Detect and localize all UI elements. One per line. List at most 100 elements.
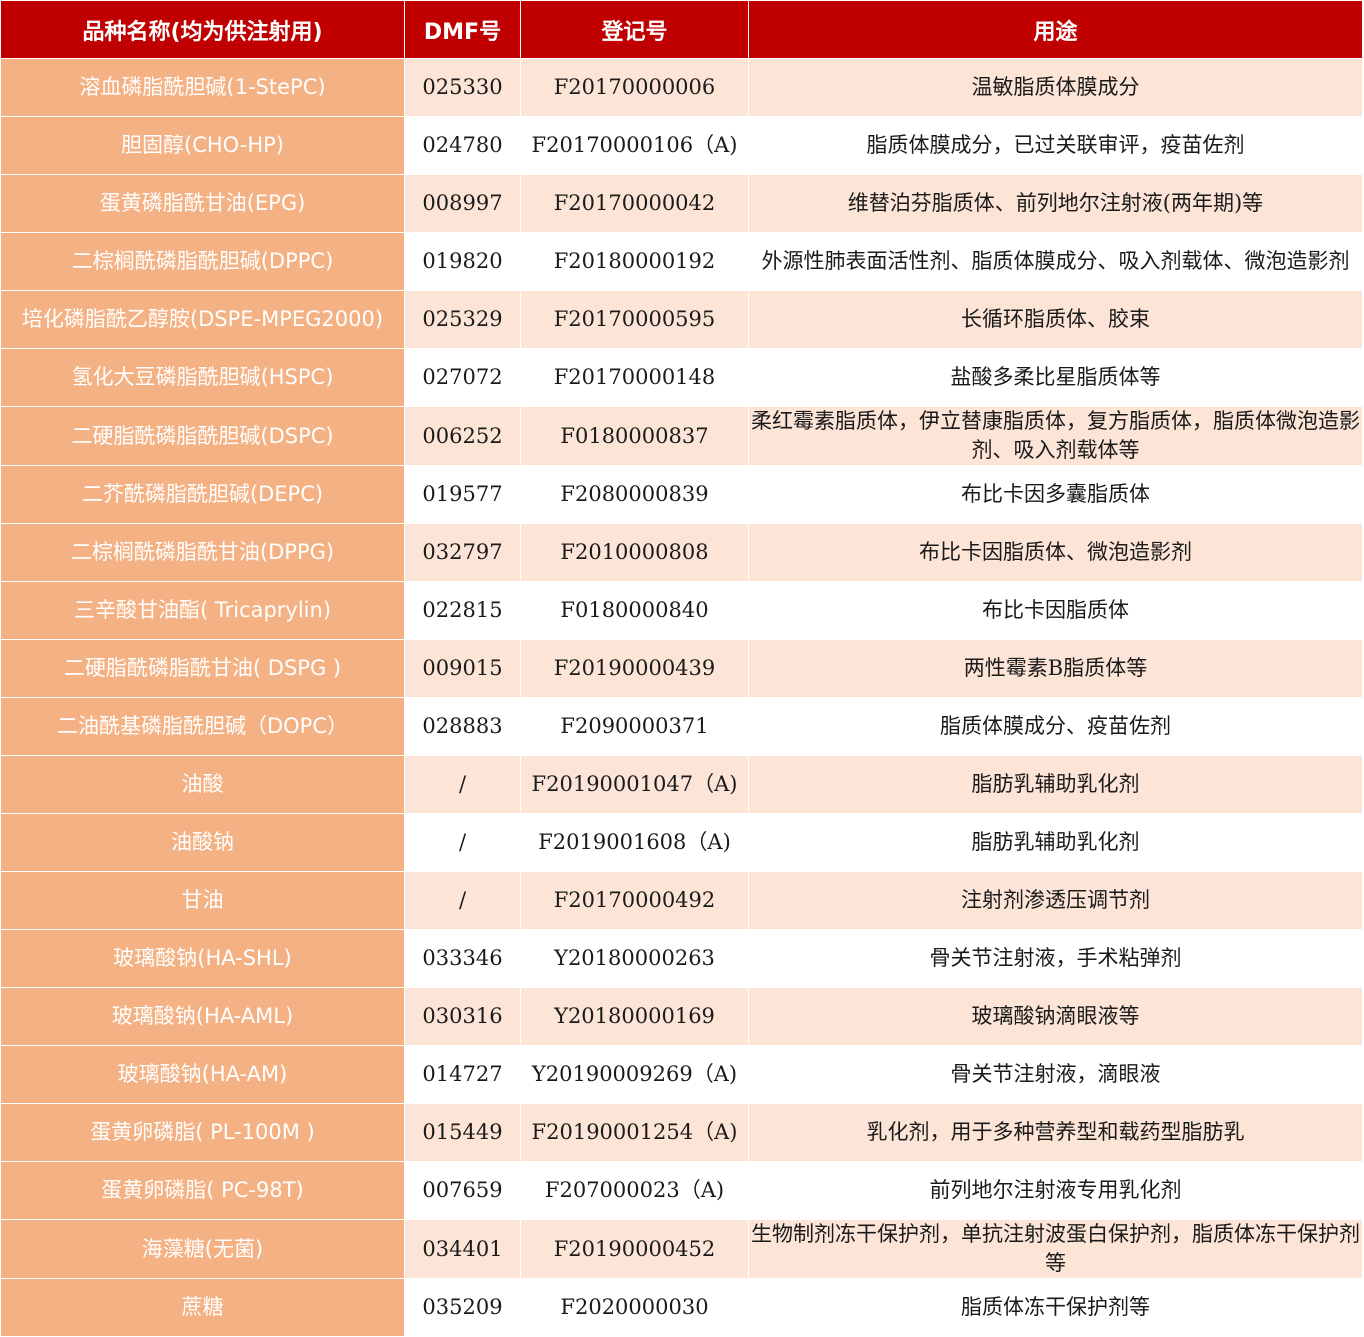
- usage-cell: 布比卡因脂质体: [748, 581, 1363, 640]
- table-row: 二硬脂酰磷脂酰甘油( DSPG ) 009015 F20190000439 两性霉素B…: [0, 639, 1363, 698]
- usage-cell: 脂质体膜成分、疫苗佐剂: [748, 697, 1363, 756]
- product-name-cell: 二硬脂酰磷脂酰甘油( DSPG ): [0, 639, 405, 698]
- table-row: 二芥酰磷脂酰胆碱(DEPC) 019577 F2080000839 布比卡因多囊脂质体: [0, 465, 1363, 524]
- usage-cell: 前列地尔注射液专用乳化剂: [748, 1161, 1363, 1220]
- dmf-number-cell: /: [404, 755, 521, 814]
- product-name-cell: 油酸钠: [0, 813, 405, 872]
- registration-number-cell: Y20180000169: [520, 987, 749, 1046]
- table-row: 玻璃酸钠(HA-SHL) 033346 Y20180000263 骨关节注射液，手术粘…: [0, 929, 1363, 988]
- product-name-cell: 蛋黄卵磷脂( PC-98T): [0, 1161, 405, 1220]
- header-product-name: 品种名称(均为供注射用): [0, 0, 405, 59]
- usage-cell: 玻璃酸钠滴眼液等: [748, 987, 1363, 1046]
- usage-cell: 温敏脂质体膜成分: [748, 58, 1363, 117]
- product-name-cell: 二芥酰磷脂酰胆碱(DEPC): [0, 465, 405, 524]
- product-name-cell: 氢化大豆磷脂酰胆碱(HSPC): [0, 348, 405, 407]
- dmf-number-cell: 009015: [404, 639, 521, 698]
- usage-cell: 生物制剂冻干保护剂，单抗注射波蛋白保护剂，脂质体冻干保护剂等: [748, 1219, 1363, 1279]
- product-name-cell: 油酸: [0, 755, 405, 814]
- registration-number-cell: F2080000839: [520, 465, 749, 524]
- registration-number-cell: F20170000595: [520, 290, 749, 349]
- table-row: 蛋黄卵磷脂( PL-100M ) 015449 F20190001254（A) 乳化剂…: [0, 1103, 1363, 1162]
- usage-cell: 注射剂渗透压调节剂: [748, 871, 1363, 930]
- dmf-number-cell: 008997: [404, 174, 521, 233]
- product-name-cell: 二油酰基磷脂酰胆碱（DOPC）: [0, 697, 405, 756]
- registration-number-cell: F2010000808: [520, 523, 749, 582]
- dmf-number-cell: 007659: [404, 1161, 521, 1220]
- registration-number-cell: F20170000042: [520, 174, 749, 233]
- usage-cell: 两性霉素B脂质体等: [748, 639, 1363, 698]
- registration-number-cell: F2019001608（A): [520, 813, 749, 872]
- usage-cell: 布比卡因脂质体、微泡造影剂: [748, 523, 1363, 582]
- dmf-number-cell: 006252: [404, 406, 521, 466]
- usage-cell: 骨关节注射液，滴眼液: [748, 1045, 1363, 1104]
- product-name-cell: 蛋黄磷脂酰甘油(EPG): [0, 174, 405, 233]
- product-name-cell: 甘油: [0, 871, 405, 930]
- product-name-cell: 玻璃酸钠(HA-AML): [0, 987, 405, 1046]
- dmf-number-cell: 027072: [404, 348, 521, 407]
- dmf-number-cell: 014727: [404, 1045, 521, 1104]
- product-name-cell: 三辛酸甘油酯( Tricaprylin): [0, 581, 405, 640]
- table-body: 溶血磷脂酰胆碱(1-StePC) 025330 F20170000006 温敏脂质体膜…: [0, 58, 1363, 1337]
- table-row: 培化磷脂酰乙醇胺(DSPE-MPEG2000) 025329 F2017000059…: [0, 290, 1363, 349]
- dmf-number-cell: 034401: [404, 1219, 521, 1279]
- header-usage: 用途: [748, 0, 1363, 59]
- table-row: 二棕榈酰磷脂酰胆碱(DPPC) 019820 F20180000192 外源性肺表面活…: [0, 232, 1363, 291]
- registration-number-cell: F20190001254（A): [520, 1103, 749, 1162]
- dmf-number-cell: 022815: [404, 581, 521, 640]
- product-name-cell: 二硬脂酰磷脂酰胆碱(DSPC): [0, 406, 405, 466]
- registration-number-cell: F20170000006: [520, 58, 749, 117]
- dmf-number-cell: 033346: [404, 929, 521, 988]
- table-row: 甘油 / F20170000492 注射剂渗透压调节剂: [0, 871, 1363, 930]
- usage-cell: 柔红霉素脂质体，伊立替康脂质体，复方脂质体，脂质体微泡造影剂、吸入剂载体等: [748, 406, 1363, 466]
- dmf-number-cell: 019577: [404, 465, 521, 524]
- registration-number-cell: F20170000148: [520, 348, 749, 407]
- product-name-cell: 溶血磷脂酰胆碱(1-StePC): [0, 58, 405, 117]
- table-row: 氢化大豆磷脂酰胆碱(HSPC) 027072 F20170000148 盐酸多柔比星脂…: [0, 348, 1363, 407]
- excipient-registration-table: 品种名称(均为供注射用) DMF号 登记号 用途 溶血磷脂酰胆碱(1-StePC…: [0, 0, 1363, 1337]
- table-row: 海藻糖(无菌) 034401 F20190000452 生物制剂冻干保护剂，单抗注射波…: [0, 1219, 1363, 1279]
- dmf-number-cell: 030316: [404, 987, 521, 1046]
- registration-number-cell: F0180000837: [520, 406, 749, 466]
- registration-number-cell: F20190001047（A): [520, 755, 749, 814]
- usage-cell: 脂质体冻干保护剂等: [748, 1278, 1363, 1337]
- table-row: 胆固醇(CHO-HP) 024780 F20170000106（A) 脂质体膜成分，已…: [0, 116, 1363, 175]
- usage-cell: 乳化剂，用于多种营养型和载药型脂肪乳: [748, 1103, 1363, 1162]
- registration-number-cell: F20190000452: [520, 1219, 749, 1279]
- registration-number-cell: Y20180000263: [520, 929, 749, 988]
- usage-cell: 长循环脂质体、胶束: [748, 290, 1363, 349]
- dmf-number-cell: 015449: [404, 1103, 521, 1162]
- table-row: 油酸 / F20190001047（A) 脂肪乳辅助乳化剂: [0, 755, 1363, 814]
- usage-cell: 外源性肺表面活性剂、脂质体膜成分、吸入剂载体、微泡造影剂: [748, 232, 1363, 291]
- dmf-number-cell: 028883: [404, 697, 521, 756]
- dmf-number-cell: 032797: [404, 523, 521, 582]
- dmf-number-cell: 019820: [404, 232, 521, 291]
- dmf-number-cell: 025329: [404, 290, 521, 349]
- registration-number-cell: F20170000492: [520, 871, 749, 930]
- product-name-cell: 蔗糖: [0, 1278, 405, 1337]
- dmf-number-cell: 035209: [404, 1278, 521, 1337]
- table-row: 蔗糖 035209 F2020000030 脂质体冻干保护剂等: [0, 1278, 1363, 1337]
- table-row: 溶血磷脂酰胆碱(1-StePC) 025330 F20170000006 温敏脂质体膜…: [0, 58, 1363, 117]
- table-row: 二油酰基磷脂酰胆碱（DOPC） 028883 F2090000371 脂质体膜成分、疫…: [0, 697, 1363, 756]
- registration-number-cell: F207000023（A): [520, 1161, 749, 1220]
- product-name-cell: 二棕榈酰磷脂酰胆碱(DPPC): [0, 232, 405, 291]
- usage-cell: 脂肪乳辅助乳化剂: [748, 813, 1363, 872]
- table-row: 二棕榈酰磷脂酰甘油(DPPG) 032797 F2010000808 布比卡因脂质体、…: [0, 523, 1363, 582]
- dmf-number-cell: 025330: [404, 58, 521, 117]
- table-row: 蛋黄磷脂酰甘油(EPG) 008997 F20170000042 维替泊芬脂质体、前列…: [0, 174, 1363, 233]
- dmf-number-cell: /: [404, 813, 521, 872]
- table-row: 三辛酸甘油酯( Tricaprylin) 022815 F0180000840 布比卡…: [0, 581, 1363, 640]
- usage-cell: 维替泊芬脂质体、前列地尔注射液(两年期)等: [748, 174, 1363, 233]
- usage-cell: 脂肪乳辅助乳化剂: [748, 755, 1363, 814]
- product-name-cell: 玻璃酸钠(HA-SHL): [0, 929, 405, 988]
- usage-cell: 布比卡因多囊脂质体: [748, 465, 1363, 524]
- table-row: 蛋黄卵磷脂( PC-98T) 007659 F207000023（A) 前列地尔注射液…: [0, 1161, 1363, 1220]
- header-dmf-number: DMF号: [404, 0, 521, 59]
- registration-number-cell: F20170000106（A): [520, 116, 749, 175]
- table-row: 二硬脂酰磷脂酰胆碱(DSPC) 006252 F0180000837 柔红霉素脂质体，…: [0, 406, 1363, 466]
- table-row: 玻璃酸钠(HA-AML) 030316 Y20180000169 玻璃酸钠滴眼液等: [0, 987, 1363, 1046]
- table-row: 玻璃酸钠(HA-AM) 014727 Y20190009269（A) 骨关节注射液，滴…: [0, 1045, 1363, 1104]
- registration-number-cell: F20190000439: [520, 639, 749, 698]
- usage-cell: 盐酸多柔比星脂质体等: [748, 348, 1363, 407]
- registration-number-cell: F0180000840: [520, 581, 749, 640]
